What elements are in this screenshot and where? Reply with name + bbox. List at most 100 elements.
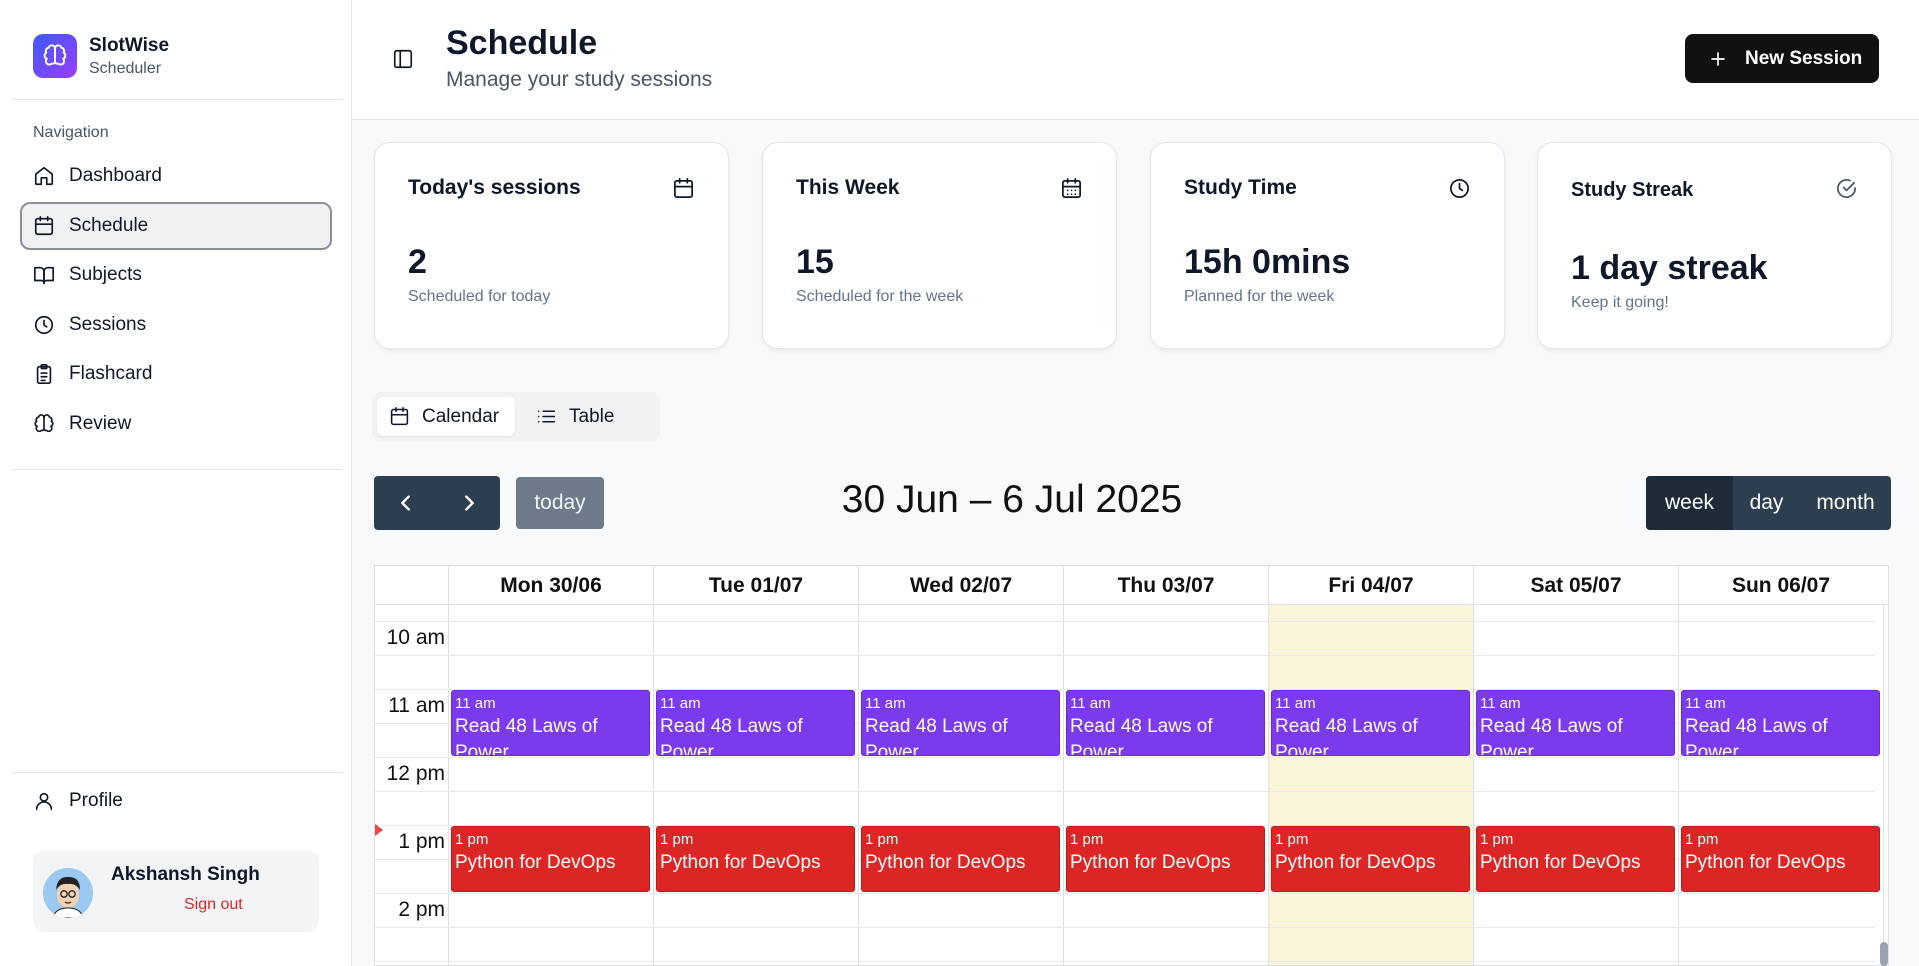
stat-title: Study Time [1184,176,1297,199]
event-title: Python for DevOps [1685,852,1846,873]
user-card: Akshansh Singh Sign out [33,850,319,932]
brand-name: SlotWise [89,34,170,56]
stat-note: Keep it going! [1571,294,1669,311]
calendar-grid: Mon 30/06 Tue 01/07 Wed 02/07 Thu 03/07 … [374,565,1889,966]
nav-title: Navigation [33,124,109,141]
event-time: 11 am [455,695,496,712]
event-card[interactable]: 11 am Read 48 Laws of Power [1271,690,1470,756]
next-week-button[interactable] [437,476,500,530]
brand-subtitle: Scheduler [89,59,162,77]
brain-icon [33,34,77,78]
event-time: 1 pm [1275,831,1309,848]
day-header: Sat 05/07 [1473,566,1678,605]
event-time: 1 pm [455,831,489,848]
clock-icon [1450,179,1469,198]
calendar-icon [674,178,693,198]
profile-label: Profile [69,790,123,811]
sidebar-item-review[interactable]: Review [20,400,332,448]
clock-icon [34,315,54,334]
stat-value: 15 [796,243,834,281]
view-month-button[interactable]: month [1800,476,1891,530]
day-header: Thu 03/07 [1063,566,1268,605]
event-card[interactable]: 1 pm Python for DevOps [451,826,650,892]
event-card[interactable]: 1 pm Python for DevOps [1681,826,1880,892]
divider [12,772,342,773]
view-week-button[interactable]: week [1646,476,1733,530]
stat-value: 15h 0mins [1184,243,1351,281]
event-card[interactable]: 11 am Read 48 Laws of Power [1476,690,1675,756]
avatar[interactable] [43,868,93,918]
event-title: Python for DevOps [455,852,616,873]
user-icon [35,792,53,811]
sidebar-item-subjects[interactable]: Subjects [20,251,332,299]
calendar-range-title: 30 Jun – 6 Jul 2025 [841,478,1183,521]
home-icon [34,166,54,186]
event-card[interactable]: 1 pm Python for DevOps [1066,826,1265,892]
stat-card-week: This Week 15 Scheduled for the week [762,142,1117,349]
event-title: Read 48 Laws of Power [660,716,803,756]
stat-value: 2 [408,243,427,281]
stat-card-study-time: Study Time 15h 0mins Planned for the wee… [1150,142,1505,349]
sidebar-item-label: Schedule [69,214,149,236]
event-card[interactable]: 11 am Read 48 Laws of Power [656,690,855,756]
event-title: Python for DevOps [660,852,821,873]
tab-table[interactable]: Table [532,397,642,436]
sidebar-item-label: Dashboard [69,165,162,186]
view-toggle: Calendar Table [372,392,660,441]
event-card[interactable]: 11 am Read 48 Laws of Power [451,690,650,756]
event-title: Python for DevOps [1275,852,1436,873]
day-header: Fri 04/07 [1268,566,1473,605]
event-title: Read 48 Laws of Power [1070,716,1213,756]
calendar-icon [34,215,54,235]
main-content: Schedule Manage your study sessions New … [352,0,1919,966]
stat-title: This Week [796,176,900,199]
event-time: 1 pm [1480,831,1514,848]
plus-icon [1711,51,1725,66]
stat-value: 1 day streak [1571,249,1768,287]
time-label: 11 am [388,694,445,717]
profile-link[interactable]: Profile [33,790,123,812]
time-label: 10 am [386,626,445,649]
today-button[interactable]: today [516,477,604,529]
event-card[interactable]: 11 am Read 48 Laws of Power [1681,690,1880,756]
stat-note: Planned for the week [1184,288,1335,305]
event-time: 1 pm [1685,831,1719,848]
sidebar-item-sessions[interactable]: Sessions [20,301,332,349]
event-card[interactable]: 1 pm Python for DevOps [1476,826,1675,892]
event-time: 1 pm [865,831,899,848]
prev-week-button[interactable] [374,476,437,530]
brand[interactable]: SlotWise Scheduler [33,34,169,78]
stat-note: Scheduled for the week [796,288,964,305]
list-icon [537,410,556,423]
book-open-icon [34,266,54,285]
event-card[interactable]: 1 pm Python for DevOps [656,826,855,892]
event-card[interactable]: 11 am Read 48 Laws of Power [861,690,1060,756]
time-label: 1 pm [398,830,445,853]
event-title: Python for DevOps [1480,852,1641,873]
calendar-scrollbar[interactable] [1880,942,1888,966]
sidebar-item-flashcard[interactable]: Flashcard [20,350,332,398]
event-time: 11 am [660,695,701,712]
event-card[interactable]: 11 am Read 48 Laws of Power [1066,690,1265,756]
clipboard-icon [36,364,52,384]
tab-calendar[interactable]: Calendar [377,397,515,436]
divider [12,469,342,470]
day-header: Tue 01/07 [653,566,858,605]
stat-card-streak: Study Streak 1 day streak Keep it going! [1537,142,1892,349]
event-card[interactable]: 1 pm Python for DevOps [1271,826,1470,892]
event-title: Python for DevOps [865,852,1026,873]
calendar-header: Mon 30/06 Tue 01/07 Wed 02/07 Thu 03/07 … [375,566,1888,605]
sidebar-item-dashboard[interactable]: Dashboard [20,152,332,200]
event-card[interactable]: 1 pm Python for DevOps [861,826,1060,892]
view-day-button[interactable]: day [1733,476,1800,530]
sidebar-item-label: Review [69,412,132,434]
event-time: 11 am [1275,695,1316,712]
event-time: 11 am [1480,695,1521,712]
sidebar-item-schedule[interactable]: Schedule [20,201,332,250]
page-title: Schedule [446,24,598,62]
sidebar-toggle-icon[interactable] [392,48,414,70]
sign-out-link[interactable]: Sign out [184,896,243,914]
new-session-button[interactable]: New Session [1685,34,1879,83]
time-label: 2 pm [398,898,445,921]
stat-card-today: Today's sessions 2 Scheduled for today [374,142,729,349]
